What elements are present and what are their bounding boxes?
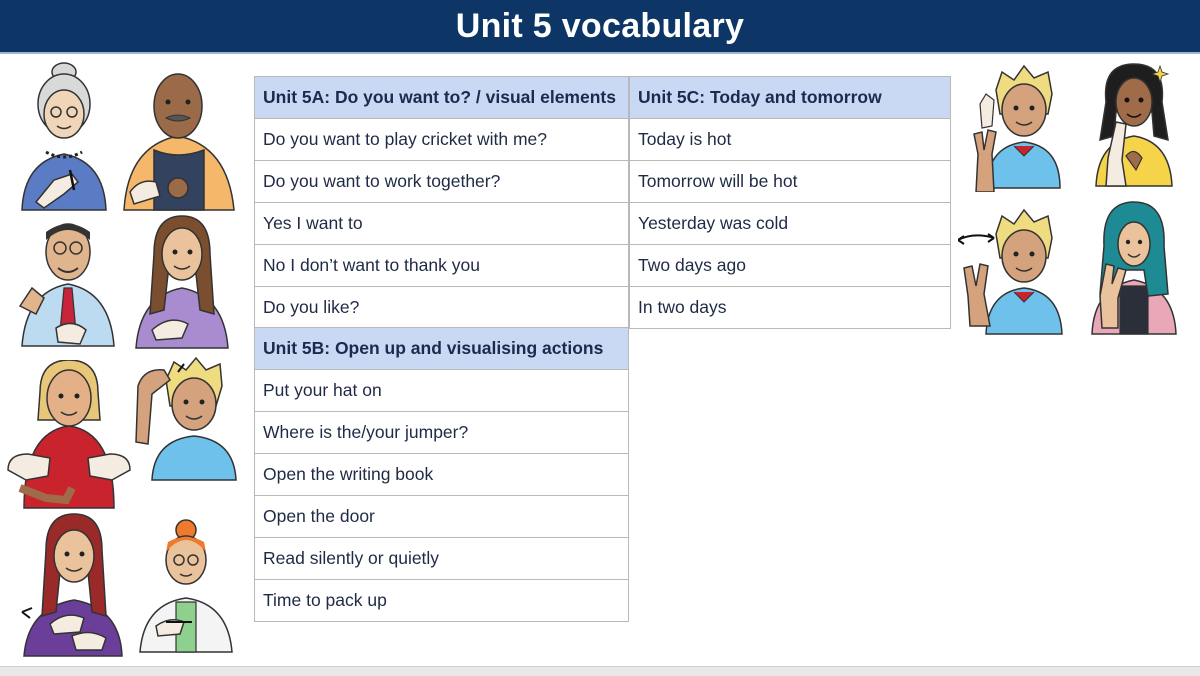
table-row: Open the door [254, 495, 629, 538]
unit-5a-heading: Unit 5A: Do you want to? / visual elemen… [254, 76, 629, 119]
table-row: Read silently or quietly [254, 537, 629, 580]
signer-girl-yellow-top-icon [1092, 62, 1174, 188]
signer-boy-hat-sign-icon [130, 356, 238, 482]
unit-5b-row: Time to pack up [254, 579, 629, 622]
signer-boy-red-jumper-icon [6, 360, 132, 510]
unit-5c-row: Today is hot [629, 118, 951, 161]
unit-5a-table: Unit 5A: Do you want to? / visual elemen… [254, 76, 629, 329]
table-row: Do you want to play cricket with me? [254, 118, 629, 161]
unit-5c-row: Two days ago [629, 244, 951, 287]
signer-woman-hijab-icon [1088, 200, 1180, 336]
table-row: Tomorrow will be hot [629, 160, 951, 203]
unit-5c-heading: Unit 5C: Today and tomorrow [629, 76, 951, 119]
table-header-row: Unit 5A: Do you want to? / visual elemen… [254, 76, 629, 119]
title-bar: Unit 5 vocabulary [0, 0, 1200, 52]
signer-woman-long-hair-icon [130, 214, 234, 350]
bottom-strip [0, 666, 1200, 676]
unit-5a-row: Yes I want to [254, 202, 629, 245]
table-row: Time to pack up [254, 579, 629, 622]
unit-5a-row: Do you like? [254, 286, 629, 329]
signer-woman-lab-coat-icon [136, 518, 236, 654]
unit-5a-row: Do you want to play cricket with me? [254, 118, 629, 161]
table-row: Open the writing book [254, 453, 629, 496]
table-row: Do you like? [254, 286, 629, 329]
unit-5b-row: Open the writing book [254, 453, 629, 496]
signer-man-glasses-tie-icon [16, 214, 120, 348]
table-row: In two days [629, 286, 951, 329]
unit-5c-row: In two days [629, 286, 951, 329]
table-row: Yesterday was cold [629, 202, 951, 245]
unit-5b-table: Unit 5B: Open up and visualising actions… [254, 327, 629, 622]
signer-grandmother-icon [14, 62, 114, 212]
unit-5c-row: Tomorrow will be hot [629, 160, 951, 203]
page-title: Unit 5 vocabulary [455, 6, 745, 45]
table-header-row: Unit 5C: Today and tomorrow [629, 76, 951, 119]
unit-5c-table: Unit 5C: Today and tomorrow Today is hot… [629, 76, 951, 329]
table-row: No I don’t want to thank you [254, 244, 629, 287]
signer-boy-two-days-icon [958, 206, 1074, 336]
unit-5b-row: Put your hat on [254, 369, 629, 412]
signer-boy-today-icon [970, 64, 1064, 192]
unit-5b-row: Where is the/your jumper? [254, 411, 629, 454]
title-divider [0, 52, 1200, 54]
unit-5a-row: No I don’t want to thank you [254, 244, 629, 287]
table-row: Put your hat on [254, 369, 629, 412]
table-row: Where is the/your jumper? [254, 411, 629, 454]
table-row: Yes I want to [254, 202, 629, 245]
table-header-row: Unit 5B: Open up and visualising actions [254, 327, 629, 370]
table-row: Two days ago [629, 244, 951, 287]
signer-woman-red-hair-icon [20, 512, 126, 658]
unit-5b-heading: Unit 5B: Open up and visualising actions [254, 327, 629, 370]
unit-5b-row: Read silently or quietly [254, 537, 629, 580]
unit-5c-row: Yesterday was cold [629, 202, 951, 245]
table-row: Today is hot [629, 118, 951, 161]
signer-man-overalls-icon [120, 66, 238, 212]
slide: Unit 5 vocabulary Unit 5A: Do you want t… [0, 0, 1200, 676]
unit-5b-row: Open the door [254, 495, 629, 538]
unit-5a-row: Do you want to work together? [254, 160, 629, 203]
table-row: Do you want to work together? [254, 160, 629, 203]
